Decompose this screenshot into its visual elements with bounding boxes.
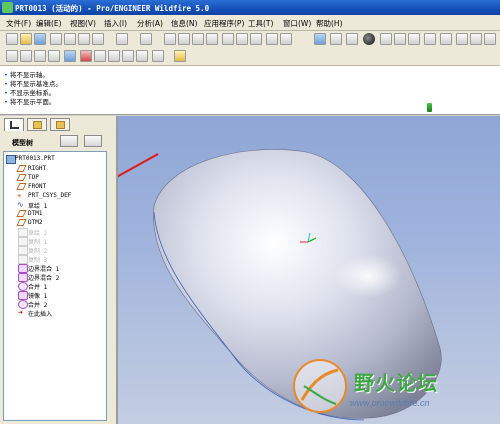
redo-icon[interactable] [140,33,152,45]
datum-axes-icon[interactable] [94,50,106,62]
regenerate-icon[interactable] [92,33,104,45]
navigator-tabs [0,116,116,132]
watermark-text: 野火论坛 [354,371,438,395]
datum-plane-icon [16,219,27,226]
sketch-icon: ∿ [17,200,24,209]
tab-model-tree[interactable] [4,118,24,131]
annotation-arrow-icon [118,153,159,178]
regenerate-model-icon[interactable] [222,33,234,45]
datum-plane-icon [16,165,27,172]
specular-highlight [334,254,402,298]
zoom-window-icon[interactable] [380,33,392,45]
menu-analysis[interactable]: 分析(A) [137,18,163,29]
title-bar: PRT0013 (活动的) - Pro/ENGINEER Wildfire 5.… [0,0,500,15]
model-tree-header: 模型树 [4,135,112,149]
menu-bar: 文件(F) 编辑(E) 视图(V) 插入(I) 分析(A) 信息(N) 应用程序… [0,15,500,31]
save-icon[interactable] [34,33,46,45]
regen-manager-icon[interactable] [236,33,248,45]
coordinate-systems-icon[interactable] [122,50,134,62]
copy-icon [18,237,28,246]
zoom-in-icon[interactable] [394,33,406,45]
paste-icon[interactable] [192,33,204,45]
menu-insert[interactable]: 插入(I) [104,18,127,29]
show-menu-icon[interactable] [84,135,102,147]
datum-plane-icon [16,183,27,190]
menu-applications[interactable]: 应用程序(P) [204,18,244,29]
window-title: PRT0013 (活动的) - Pro/ENGINEER Wildfire 5.… [15,4,210,13]
menu-help[interactable]: 帮助(H) [316,18,343,29]
copy-icon [18,255,28,264]
model-tree-panel: 模型树 PRT0013.PRT RIGHT TOP FRONT ✳ PRT_CS… [0,132,116,424]
menu-file[interactable]: 文件(F) [6,18,31,29]
panel-title: 模型树 [12,139,33,147]
no-hidden-icon[interactable] [34,50,46,62]
app-icon [2,2,13,13]
datum-planes-icon[interactable] [80,50,92,62]
reorient-icon[interactable] [440,33,452,45]
link-icon[interactable] [78,33,90,45]
menu-view[interactable]: 视图(V) [70,18,96,29]
datum-points-icon[interactable] [108,50,120,62]
toolbar-main [0,31,500,48]
watermark-logo-icon [293,359,347,413]
boundary-blend-icon [18,273,28,282]
zoom-out-icon[interactable] [408,33,420,45]
message-area: 将不显示轴。 将不显示基准点。 不显示坐标系。 将不显示平面。 [0,66,500,115]
menu-tools[interactable]: 工具(T) [248,18,273,29]
open-file-icon[interactable] [20,33,32,45]
csys-icon: ✳ [17,191,22,200]
favorites-icon [56,121,65,129]
model-tree: PRT0013.PRT RIGHT TOP FRONT ✳ PRT_CSYS_D… [3,151,107,421]
wireframe-icon[interactable] [6,50,18,62]
tab-folder-browser[interactable] [27,118,47,131]
status-light-icon [427,103,432,112]
spin-center-toggle-icon[interactable] [152,50,164,62]
settings-menu-icon[interactable] [60,135,78,147]
insert-here-icon: ➜ [18,308,23,317]
message-line: 将不显示平面。 [4,96,56,106]
hidden-line-icon[interactable] [20,50,32,62]
repaint-icon[interactable] [314,33,326,45]
context-help-icon[interactable] [174,50,186,62]
selection-filter-icon[interactable] [280,33,292,45]
layers-icon[interactable] [470,33,482,45]
spin-center-icon[interactable] [330,33,342,45]
saved-views-icon[interactable] [456,33,468,45]
mirror-icon [18,291,28,300]
datum-plane-icon [16,210,27,217]
datum-plane-icon [16,174,27,181]
find-icon[interactable] [250,33,262,45]
refit-icon[interactable] [424,33,436,45]
appearance-gallery-icon[interactable] [363,33,375,45]
undo-icon[interactable] [116,33,128,45]
copy-icon [18,246,28,255]
tab-favorites[interactable] [50,118,70,131]
new-file-icon[interactable] [6,33,18,45]
orient-mode-icon[interactable] [346,33,358,45]
sketch-icon [18,228,28,237]
model-display-icon[interactable] [64,50,76,62]
menu-window[interactable]: 窗口(W) [283,18,311,29]
paste-special-icon[interactable] [206,33,218,45]
shading-icon[interactable] [48,50,60,62]
menu-edit[interactable]: 编辑(E) [36,18,62,29]
model-tree-icon [10,121,19,129]
copy-icon[interactable] [178,33,190,45]
boundary-blend-icon [18,264,28,273]
select-box-icon[interactable] [266,33,278,45]
merge-icon [18,282,28,291]
watermark-url: www.proewildfire.cn [350,398,430,408]
view-manager-icon[interactable] [484,33,496,45]
print-icon[interactable] [50,33,62,45]
cut-icon[interactable] [164,33,176,45]
email-icon[interactable] [64,33,76,45]
annotations-icon[interactable] [136,50,148,62]
menu-info[interactable]: 信息(N) [171,18,197,29]
toolbar-display [0,48,500,66]
folder-icon [33,121,42,129]
